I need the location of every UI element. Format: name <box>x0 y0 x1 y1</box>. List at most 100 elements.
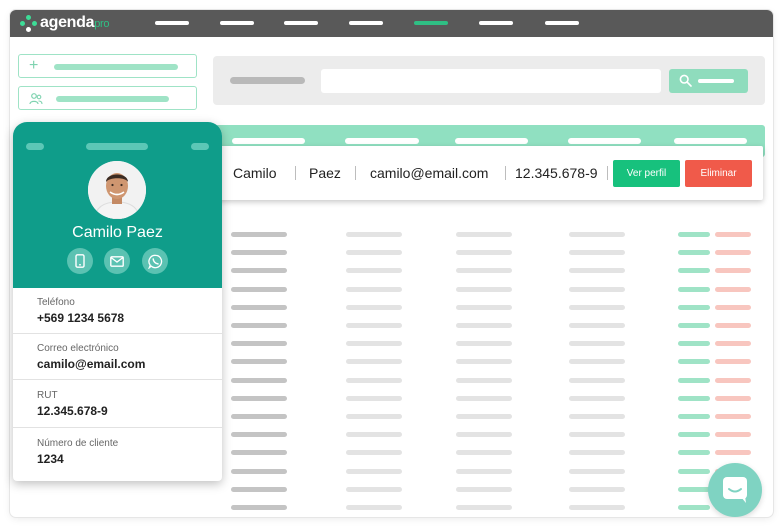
avatar <box>88 161 146 219</box>
table-row-placeholder <box>715 341 751 347</box>
table-row-placeholder <box>231 414 287 419</box>
column-header-3[interactable] <box>455 138 528 144</box>
table-row-placeholder <box>715 232 751 237</box>
table-row-placeholder <box>346 450 402 456</box>
table-row-placeholder <box>346 286 402 292</box>
table-row-placeholder <box>346 414 402 419</box>
nav-item-5-active[interactable] <box>414 21 448 25</box>
table-row-placeholder <box>456 250 512 256</box>
app-logo[interactable]: agendapro <box>20 13 110 33</box>
table-row-placeholder <box>569 286 625 292</box>
whatsapp-icon[interactable] <box>142 248 168 274</box>
table-row-placeholder <box>715 377 751 383</box>
table-row-placeholder <box>715 268 751 274</box>
client-number-label: Número de cliente <box>37 438 119 449</box>
chat-icon <box>723 477 747 503</box>
table-row-placeholder <box>569 304 625 310</box>
last-name-cell: Paez <box>309 165 341 181</box>
table-row-placeholder <box>569 505 625 510</box>
table-row-placeholder <box>231 268 287 274</box>
table-row-placeholder <box>456 359 512 365</box>
logo-mark-icon <box>20 14 37 32</box>
table-row-placeholder <box>569 432 625 438</box>
table-row-placeholder <box>231 395 287 401</box>
table-row-placeholder <box>346 341 402 347</box>
column-header-2[interactable] <box>345 138 419 144</box>
nav-item-3[interactable] <box>284 21 318 25</box>
table-row-placeholder <box>678 304 710 310</box>
table-row-placeholder <box>715 250 751 256</box>
table-row-placeholder <box>569 232 625 237</box>
column-header-5[interactable] <box>674 138 747 144</box>
search-button[interactable] <box>669 69 748 93</box>
chat-support-button[interactable] <box>708 463 762 517</box>
table-row-placeholder <box>715 359 751 365</box>
plus-icon: + <box>29 57 39 74</box>
email-label: Correo electrónico <box>37 343 119 354</box>
search-input[interactable] <box>321 69 661 93</box>
table-row-placeholder <box>678 268 710 274</box>
table-row-placeholder <box>456 450 512 456</box>
email-field: Correo electrónico camilo@email.com <box>13 334 222 380</box>
table-row-placeholder <box>231 304 287 310</box>
table-row-placeholder <box>346 486 402 492</box>
nav-item-6[interactable] <box>479 21 513 25</box>
rut-label: RUT <box>37 390 58 401</box>
table-row-placeholder <box>346 323 402 328</box>
table-row-placeholder <box>456 468 512 474</box>
view-profile-button[interactable]: Ver perfil <box>613 160 680 187</box>
nav-item-7[interactable] <box>545 21 579 25</box>
table-row-placeholder <box>678 341 710 347</box>
table-row-placeholder <box>231 450 287 456</box>
table-row-placeholder <box>456 323 512 328</box>
table-row-placeholder <box>569 486 625 492</box>
table-row-placeholder <box>715 450 751 456</box>
table-row-placeholder <box>678 414 710 419</box>
nav-item-4[interactable] <box>349 21 383 25</box>
table-row-placeholder <box>456 395 512 401</box>
table-row-placeholder <box>231 341 287 347</box>
table-row-placeholder <box>231 505 287 510</box>
table-row-placeholder <box>569 414 625 419</box>
nav-item-2[interactable] <box>220 21 254 25</box>
users-icon <box>29 89 43 111</box>
table-row-placeholder <box>715 432 751 438</box>
add-contact-button[interactable]: + <box>18 54 197 78</box>
table-row-placeholder <box>456 505 512 510</box>
table-row-placeholder <box>678 232 710 237</box>
table-row-placeholder <box>715 323 751 328</box>
table-row-placeholder <box>678 323 710 328</box>
groups-button[interactable] <box>18 86 197 110</box>
cell-separator <box>505 166 506 180</box>
phone-icon[interactable] <box>67 248 93 274</box>
table-row-placeholder <box>715 286 751 292</box>
table-row-placeholder <box>715 304 751 310</box>
column-header-4[interactable] <box>568 138 641 144</box>
table-row-placeholder <box>569 341 625 347</box>
delete-button[interactable]: Eliminar <box>685 160 752 187</box>
table-row-placeholder <box>678 286 710 292</box>
search-label-placeholder <box>230 77 305 84</box>
table-row-placeholder <box>456 286 512 292</box>
table-row-placeholder <box>456 268 512 274</box>
table-row-placeholder <box>346 432 402 438</box>
phone-field: Teléfono +569 1234 5678 <box>13 288 222 334</box>
mail-icon[interactable] <box>104 248 130 274</box>
contact-card-header: Camilo Paez <box>13 122 222 288</box>
table-row-placeholder <box>569 450 625 456</box>
table-body <box>213 220 765 517</box>
table-row-placeholder <box>569 377 625 383</box>
nav-item-1[interactable] <box>155 21 189 25</box>
cell-separator <box>295 166 296 180</box>
rut-value: 12.345.678-9 <box>37 404 108 418</box>
rut-field: RUT 12.345.678-9 <box>13 380 222 428</box>
table-row-placeholder <box>346 395 402 401</box>
table-row-placeholder <box>346 377 402 383</box>
column-header-1[interactable] <box>232 138 305 144</box>
table-row-placeholder <box>678 377 710 383</box>
table-row-placeholder <box>456 304 512 310</box>
table-row-placeholder <box>231 377 287 383</box>
table-row-placeholder <box>346 304 402 310</box>
contact-row-highlighted[interactable]: Camilo Paez camilo@email.com 12.345.678-… <box>211 146 763 200</box>
table-row-placeholder <box>456 486 512 492</box>
